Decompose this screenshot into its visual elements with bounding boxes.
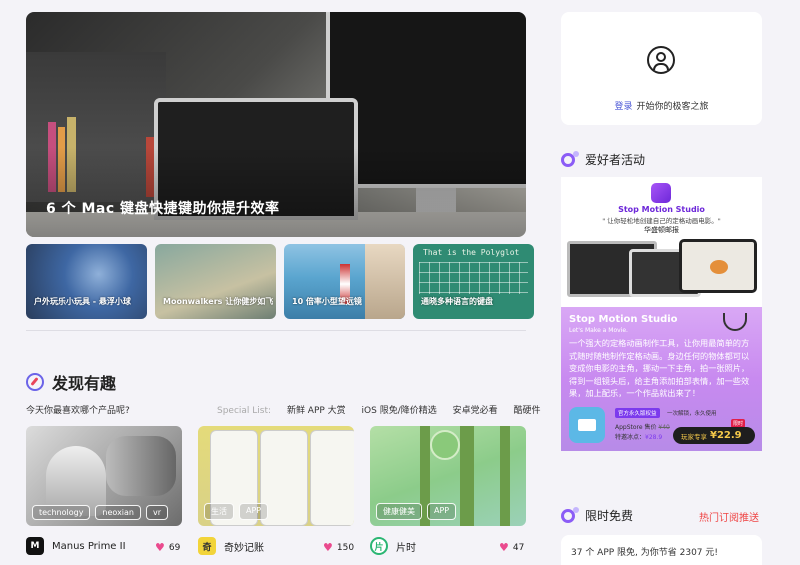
thumb-card[interactable]: 10 倍率小型望远镜 — [284, 244, 405, 319]
free-title: 限时免费 — [585, 509, 634, 523]
tag[interactable]: APP — [239, 503, 269, 520]
promo-description: 一个强大的定格动画制作工具，让你用最简单的方式随时随地制作定格动画。身边任何的物… — [569, 338, 750, 399]
promo-title: Stop Motion Studio — [569, 314, 678, 325]
product-card[interactable]: technology neoxian vr — [26, 426, 182, 526]
tree-image — [460, 426, 474, 526]
robot-image — [106, 436, 176, 496]
login-card: 登录 开始你的极客之旅 — [561, 12, 762, 125]
like-button[interactable]: ♥ 47 — [499, 541, 524, 554]
like-count: 47 — [512, 542, 525, 553]
product-card[interactable]: 健康健美 APP — [370, 426, 526, 526]
activity-header: 爱好者活动 — [561, 150, 646, 168]
promo-store-price: AppStore 售价 ¥40 — [615, 424, 670, 431]
section-dot-icon — [561, 506, 579, 523]
keyboard-image — [419, 262, 528, 294]
thumb-card[interactable]: Moonwalkers 让你健步如飞 — [155, 244, 276, 319]
heart-icon: ♥ — [499, 541, 509, 554]
phone-image — [310, 430, 354, 526]
app-icon: 片 — [370, 537, 388, 555]
promo-banner[interactable]: Stop Motion Studio " 让你轻松地创建自己的定格动画电影。" … — [561, 177, 762, 451]
like-count: 69 — [168, 542, 181, 553]
promo-detail: Stop Motion Studio Let's Make a Movie. 一… — [561, 307, 762, 451]
tag[interactable]: 生活 — [204, 503, 234, 520]
section-dot-icon — [561, 150, 579, 167]
free-header: 限时免费 — [561, 506, 634, 524]
promo-quote: " 让你轻松地创建自己的定格动画电影。" — [602, 217, 721, 225]
tag[interactable]: vr — [146, 505, 169, 520]
product-info[interactable]: 奇 奇妙记账 — [198, 536, 264, 556]
hot-subscription-link[interactable]: 热门订阅推送 — [699, 509, 759, 524]
product-name[interactable]: Manus Prime II — [52, 541, 126, 552]
promo-badge-note: 一次解锁，永久使用 — [667, 411, 717, 417]
thumb-card[interactable]: 户外玩乐小玩具 - 悬浮小球 — [26, 244, 147, 319]
free-summary-card[interactable]: 37 个 APP 限免, 为你节省 2307 元! — [561, 535, 762, 565]
like-button[interactable]: ♥ 69 — [155, 541, 180, 554]
app-icon: 奇 — [198, 537, 216, 555]
tag[interactable]: neoxian — [95, 505, 141, 520]
product-info[interactable]: M Manus Prime II — [26, 536, 126, 556]
device-image — [679, 239, 757, 293]
promo-buy-button[interactable]: 玩家专享 ¥22.9 — [673, 427, 755, 444]
tag-list: technology neoxian vr — [32, 505, 173, 520]
thumb-overlay-text: That is the Polyglot — [423, 248, 520, 257]
rock-image — [365, 244, 405, 319]
app-logo-icon — [651, 183, 671, 203]
product-name[interactable]: 片时 — [396, 539, 416, 554]
discover-question: 今天你最喜欢哪个产品呢? — [26, 406, 130, 416]
hero-shade — [26, 147, 526, 237]
compass-icon — [26, 373, 44, 391]
thumb-caption: 通晓多种语言的键盘 — [421, 297, 493, 306]
app-icon — [569, 407, 605, 443]
discover-title: 发现有趣 — [52, 374, 117, 393]
thumb-caption: 10 倍率小型望远镜 — [292, 297, 362, 306]
login-line: 登录 开始你的极客之旅 — [561, 99, 762, 112]
special-link-hardware[interactable]: 酷硬件 — [514, 406, 541, 416]
like-button[interactable]: ♥ 150 — [323, 541, 354, 554]
hero-banner[interactable]: 6 个 Mac 键盘快捷键助你提升效率 — [26, 12, 526, 237]
thumb-card[interactable]: That is the Polyglot 通晓多种语言的键盘 — [413, 244, 534, 319]
product-name[interactable]: 奇妙记账 — [224, 539, 264, 554]
promo-badge: 官方永久版权益 — [615, 408, 660, 418]
tag[interactable]: technology — [32, 505, 91, 520]
special-link-fresh-app[interactable]: 新鲜 APP 大赏 — [287, 406, 346, 416]
product-info[interactable]: 片 片时 — [370, 536, 416, 556]
user-icon[interactable] — [647, 46, 675, 74]
promo-subtitle: Let's Make a Movie. — [569, 327, 628, 334]
circle-image — [430, 430, 460, 460]
featured-thumbs: 户外玩乐小玩具 - 悬浮小球 Moonwalkers 让你健步如飞 10 倍率小… — [26, 244, 534, 319]
product-card[interactable]: 生活 APP — [198, 426, 354, 526]
hero-title[interactable]: 6 个 Mac 键盘快捷键助你提升效率 — [46, 198, 280, 218]
login-text: 开始你的极客之旅 — [636, 102, 709, 112]
activity-title: 爱好者活动 — [585, 153, 646, 167]
promo-source: 华盛顿邮报 — [644, 226, 679, 234]
tag[interactable]: APP — [427, 503, 457, 520]
special-list-label: Special List: — [217, 406, 272, 416]
heart-icon: ♥ — [323, 541, 333, 554]
thumb-caption: Moonwalkers 让你健步如飞 — [163, 297, 274, 306]
tag-list: 健康健美 APP — [376, 503, 461, 520]
thumb-caption: 户外玩乐小玩具 - 悬浮小球 — [34, 297, 131, 306]
promo-special-price: 特邀冰点：¥28.9 — [615, 434, 663, 441]
tag[interactable]: 健康健美 — [376, 503, 422, 520]
free-summary-text: 37 个 APP 限免, 为你节省 2307 元! — [571, 548, 719, 558]
app-icon: M — [26, 537, 44, 555]
tag-list: 生活 APP — [204, 503, 273, 520]
promo-app-name: Stop Motion Studio — [618, 205, 705, 214]
heart-icon: ♥ — [155, 541, 165, 554]
tree-image — [500, 426, 510, 526]
divider — [26, 330, 526, 331]
like-count: 150 — [336, 542, 355, 553]
special-list: Special List: 新鲜 APP 大赏 iOS 限免/降价精选 安卓党必… — [217, 403, 554, 416]
special-link-android[interactable]: 安卓党必看 — [453, 406, 498, 416]
login-link[interactable]: 登录 — [614, 102, 632, 112]
discover-header: 发现有趣 — [26, 370, 116, 394]
award-icon — [723, 313, 747, 331]
special-link-ios-free[interactable]: iOS 限免/降价精选 — [362, 406, 437, 416]
